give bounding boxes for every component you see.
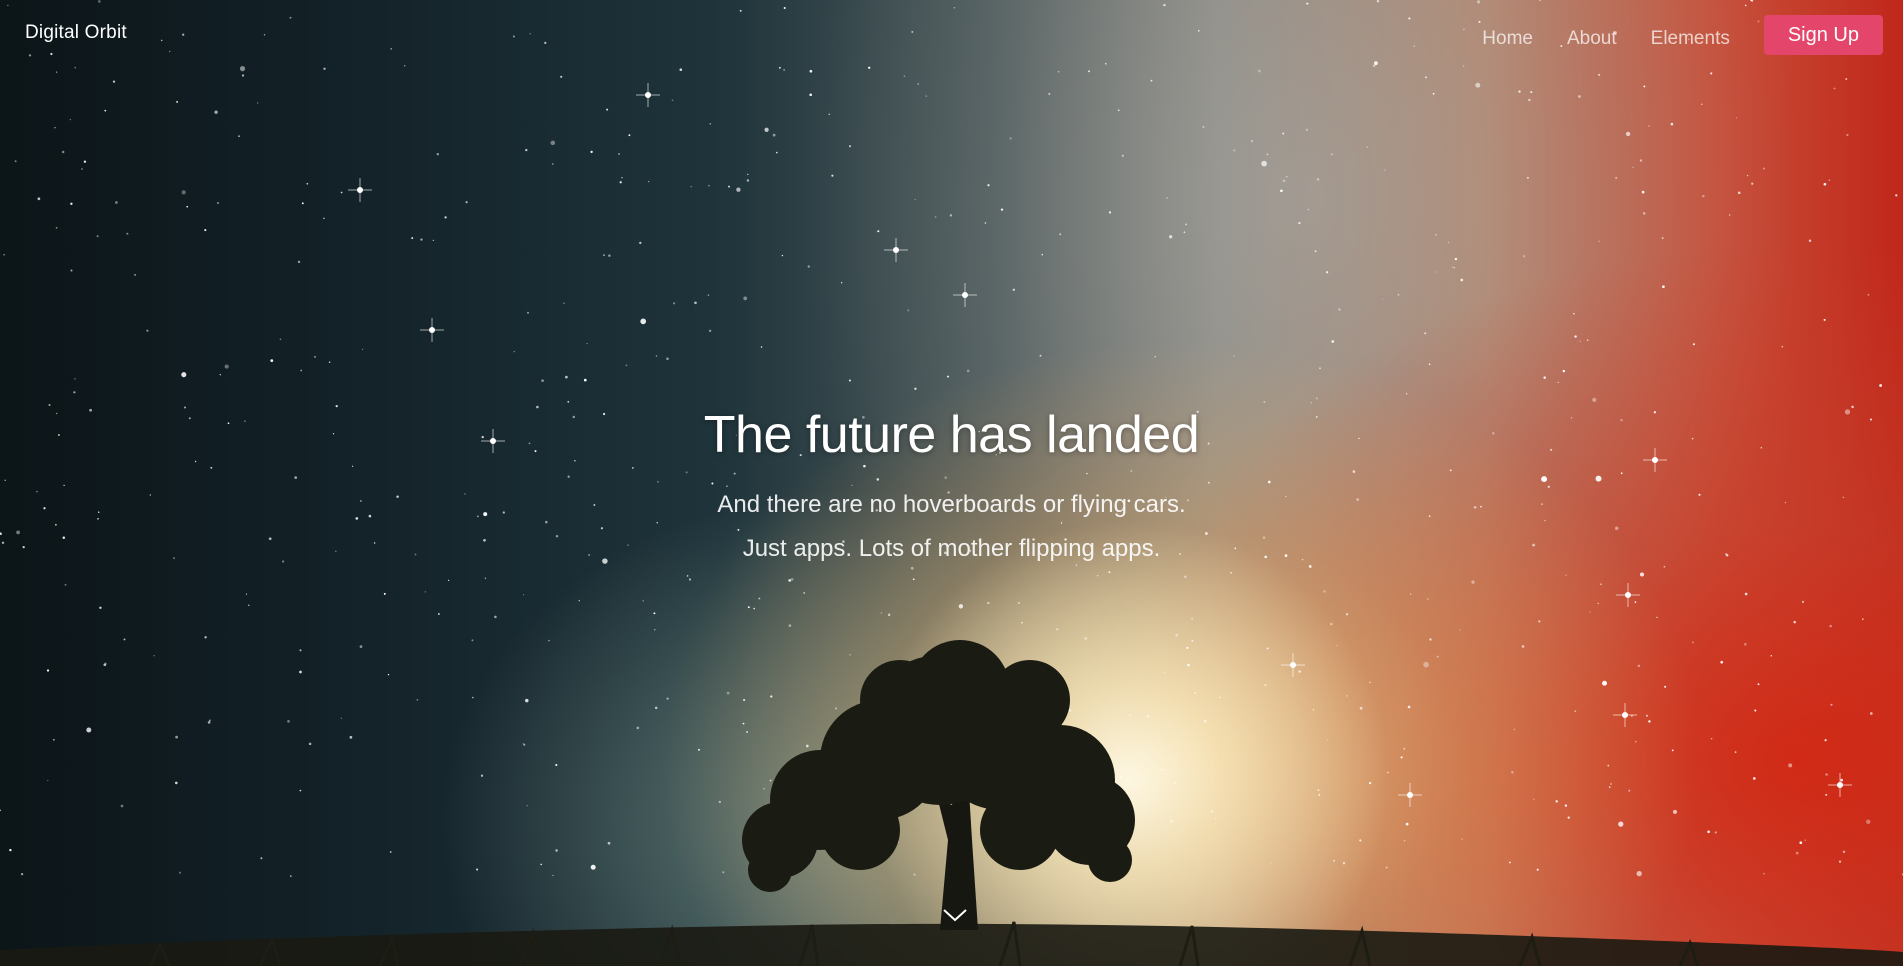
nav-link-home[interactable]: Home: [1482, 28, 1533, 50]
nav-link-about[interactable]: About: [1567, 28, 1617, 50]
hero-title: The future has landed: [703, 406, 1200, 464]
nav-menu: Home About Elements Sign Up: [1448, 15, 1883, 55]
sign-up-button[interactable]: Sign Up: [1763, 15, 1883, 55]
nav-link-elements[interactable]: Elements: [1651, 28, 1730, 50]
hero-banner: Digital Orbit Home About Elements Sign U…: [0, 0, 1903, 966]
brand-logo-text[interactable]: Digital Orbit: [25, 22, 127, 44]
hero-subtitle-line-2: Just apps. Lots of mother flipping apps.: [742, 535, 1161, 562]
hero-subtitle-line-1: And there are no hoverboards or flying c…: [717, 491, 1186, 518]
tree-silhouette: [0, 640, 1903, 966]
top-navigation: Digital Orbit Home About Elements Sign U…: [0, 0, 1903, 70]
chevron-down-icon[interactable]: [940, 900, 970, 930]
